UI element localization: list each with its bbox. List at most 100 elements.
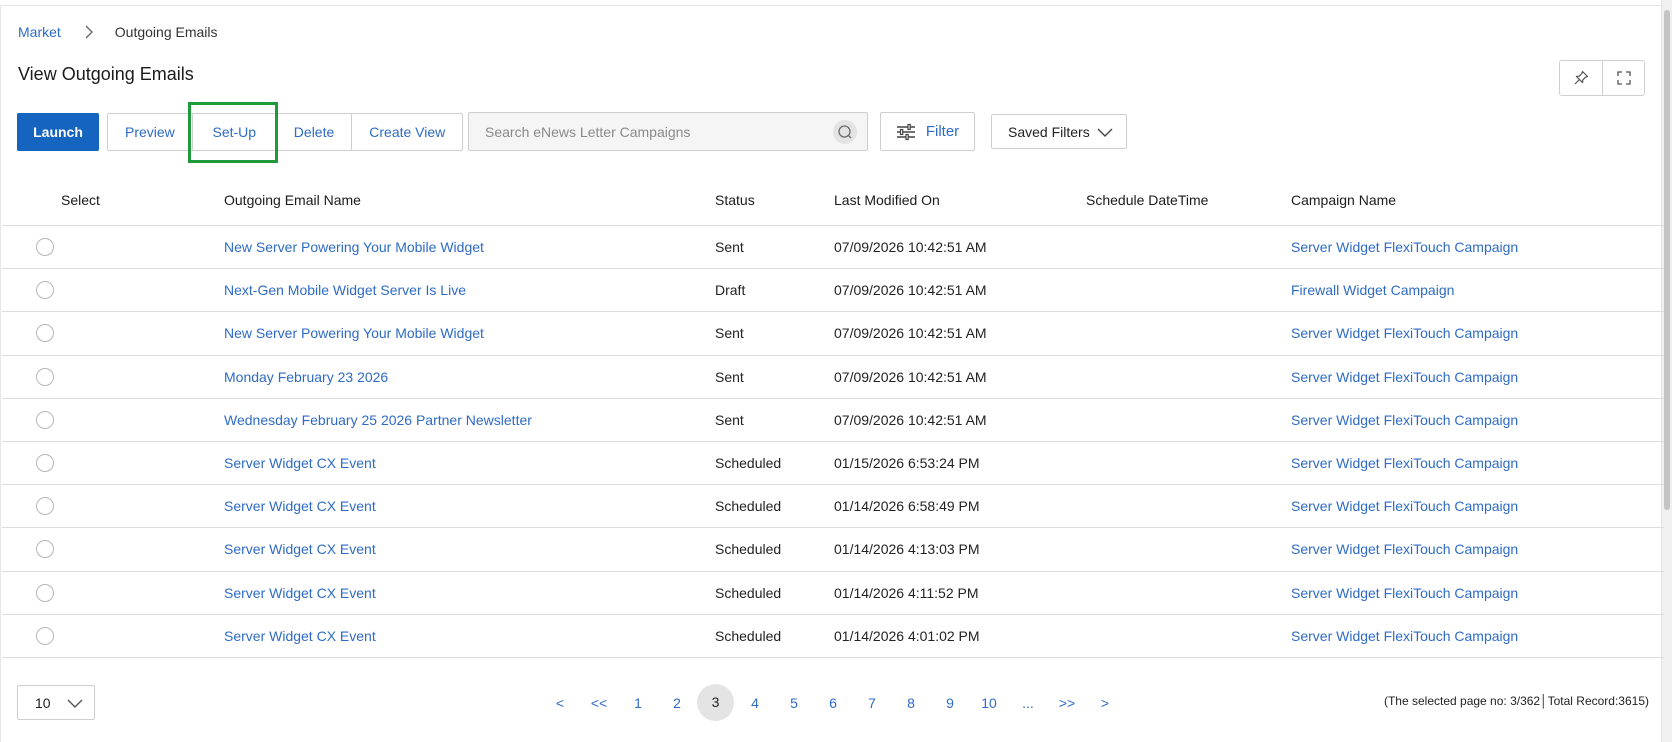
setup-highlight [188,102,278,163]
email-name-link[interactable]: Server Widget CX Event [224,485,376,528]
row-select-radio[interactable] [36,583,54,602]
saved-filters-dropdown[interactable]: Saved Filters [991,114,1127,149]
prev-page-button[interactable]: < [554,684,566,722]
row-select-radio[interactable] [36,324,54,343]
search-button[interactable] [833,120,857,144]
status-cell: Scheduled [715,541,782,558]
chevron-right-icon [85,25,93,39]
campaign-link[interactable]: Server Widget FlexiTouch Campaign [1291,442,1518,485]
record-info: (The selected page no: 3/362│Total Recor… [1383,694,1649,708]
email-name-link[interactable]: New Server Powering Your Mobile Widget [224,312,484,355]
last-modified-cell: 07/09/2026 10:42:51 AM [834,239,987,255]
email-name-link[interactable]: Server Widget CX Event [224,615,376,658]
page-link-5[interactable]: 5 [788,684,800,722]
page-link-7[interactable]: 7 [866,684,878,722]
header-status[interactable]: Status [715,182,755,226]
email-name-link[interactable]: Monday February 23 2026 [224,356,388,399]
page-link-10[interactable]: 10 [980,684,998,722]
page-link-6[interactable]: 6 [827,684,839,722]
email-name-link[interactable]: Server Widget CX Event [224,528,376,571]
campaign-link[interactable]: Server Widget FlexiTouch Campaign [1291,356,1518,399]
preview-button[interactable]: Preview [108,114,192,150]
email-name-link[interactable]: Next-Gen Mobile Widget Server Is Live [224,269,466,312]
row-select-radio[interactable] [36,410,54,429]
email-name-link[interactable]: New Server Powering Your Mobile Widget [224,226,484,269]
scrollbar-thumb[interactable] [1664,10,1670,510]
header-name[interactable]: Outgoing Email Name [224,182,361,226]
left-divider [0,5,1,742]
fullscreen-button[interactable] [1602,61,1644,95]
email-name-link[interactable]: Server Widget CX Event [224,442,376,485]
search-input[interactable] [485,122,825,142]
pin-button[interactable] [1560,61,1602,95]
last-page-button[interactable]: >> [1056,684,1078,722]
sliders-icon [896,123,915,140]
page-link-3-current[interactable]: 3 [697,684,734,721]
next-page-button[interactable]: > [1099,684,1111,722]
pin-icon [1574,70,1589,85]
create-view-button[interactable]: Create View [351,113,462,150]
table-row: Next-Gen Mobile Widget Server Is Live Dr… [2,269,1664,313]
saved-filters-label: Saved Filters [1008,123,1090,140]
last-modified-cell: 01/14/2026 6:58:49 PM [834,498,980,515]
email-name-link[interactable]: Wednesday February 25 2026 Partner Newsl… [224,399,532,442]
status-cell: Sent [715,368,744,385]
campaign-link[interactable]: Server Widget FlexiTouch Campaign [1291,572,1518,615]
action-button-group: Preview Set-Up Delete Create View [107,112,464,151]
expand-icon [1616,71,1631,85]
outgoing-emails-table: Select Outgoing Email Name Status Last M… [2,182,1664,658]
page-link-9[interactable]: 9 [944,684,956,722]
campaign-link[interactable]: Server Widget FlexiTouch Campaign [1291,399,1518,442]
status-cell: Scheduled [715,498,782,515]
campaign-link[interactable]: Server Widget FlexiTouch Campaign [1291,528,1518,571]
header-campaign-name[interactable]: Campaign Name [1291,182,1396,226]
campaign-link[interactable]: Server Widget FlexiTouch Campaign [1291,615,1518,658]
outgoing-emails-page: Market Outgoing Emails View Outgoing Ema… [0,0,1672,742]
breadcrumb-current: Outgoing Emails [114,24,218,40]
campaign-link[interactable]: Server Widget FlexiTouch Campaign [1291,226,1518,269]
row-select-radio[interactable] [36,497,54,516]
table-row: Server Widget CX Event Scheduled 01/14/2… [2,615,1664,658]
campaign-link[interactable]: Server Widget FlexiTouch Campaign [1291,312,1518,355]
campaign-link[interactable]: Server Widget FlexiTouch Campaign [1291,485,1518,528]
table-row: New Server Powering Your Mobile Widget S… [2,226,1664,270]
last-modified-cell: 07/09/2026 10:42:51 AM [834,325,987,342]
launch-button[interactable]: Launch [17,112,99,151]
row-select-radio[interactable] [36,367,54,386]
row-select-radio[interactable] [36,281,54,300]
first-page-button[interactable]: << [588,684,610,722]
table-header: Select Outgoing Email Name Status Last M… [2,182,1664,226]
page-link-1[interactable]: 1 [632,684,644,722]
last-modified-cell: 01/14/2026 4:01:02 PM [834,627,980,644]
filter-button[interactable]: Filter [880,112,975,151]
row-select-radio[interactable] [36,238,54,256]
page-link-2[interactable]: 2 [671,684,683,722]
status-cell: Scheduled [715,584,782,601]
header-last-modified[interactable]: Last Modified On [834,182,940,226]
header-schedule-datetime[interactable]: Schedule DateTime [1086,182,1208,226]
filter-label: Filter [925,123,960,140]
row-select-radio[interactable] [36,626,54,645]
table-row: Monday February 23 2026 Sent 07/09/2026 … [2,356,1664,399]
table-row: Server Widget CX Event Scheduled 01/15/2… [2,442,1664,486]
breadcrumb-market-link[interactable]: Market [18,24,61,40]
pagination-ellipsis: ... [1022,695,1034,711]
delete-button[interactable]: Delete [275,113,351,150]
row-select-radio[interactable] [36,540,54,559]
last-modified-cell: 01/14/2026 4:13:03 PM [834,541,980,558]
status-cell: Sent [715,325,744,342]
campaign-link[interactable]: Firewall Widget Campaign [1291,269,1454,312]
table-row: Wednesday February 25 2026 Partner Newsl… [2,399,1664,442]
header-select: Select [61,192,100,208]
page-title: View Outgoing Emails [18,64,194,84]
table-row: Server Widget CX Event Scheduled 01/14/2… [2,528,1664,572]
page-link-4[interactable]: 4 [749,684,761,722]
table-row: Server Widget CX Event Scheduled 01/14/2… [2,572,1664,615]
last-modified-cell: 07/09/2026 10:42:51 AM [834,282,987,299]
email-name-link[interactable]: Server Widget CX Event [224,572,376,615]
row-select-radio[interactable] [36,453,54,472]
last-modified-cell: 01/14/2026 4:11:52 PM [834,584,979,601]
pagination: < << 1 2 3 4 5 6 7 8 9 10 ... >> > [0,684,1200,722]
page-link-8[interactable]: 8 [905,684,917,722]
status-cell: Sent [715,411,744,428]
